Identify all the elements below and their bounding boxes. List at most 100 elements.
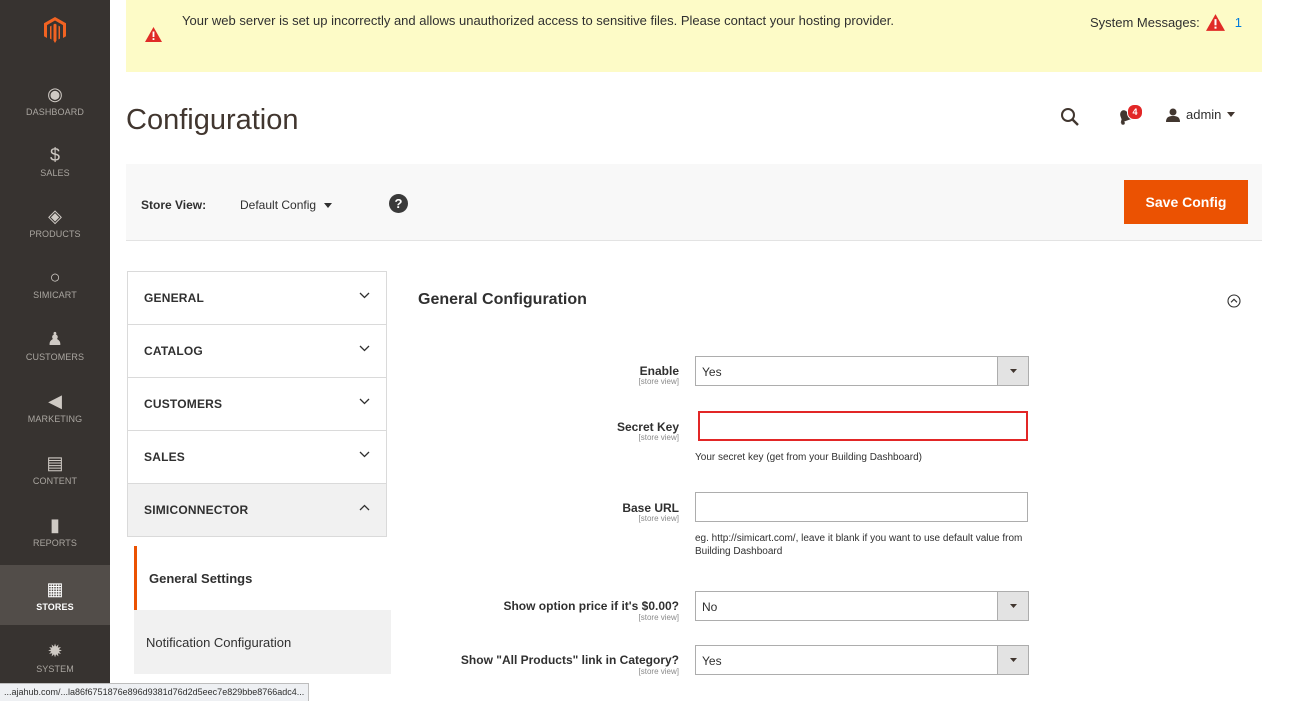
circle-icon: ○: [49, 267, 61, 287]
help-icon[interactable]: ?: [389, 194, 408, 213]
chevron-down-icon: [359, 345, 370, 352]
show-option-price-label: Show option price if it's $0.00?: [503, 599, 679, 613]
tab-catalog[interactable]: CATALOG: [127, 324, 387, 377]
base-url-label: Base URL: [622, 501, 679, 515]
show-all-products-value: Yes: [702, 654, 722, 668]
store-icon: ▦: [46, 579, 64, 599]
subitem-notification-configuration[interactable]: Notification Configuration: [134, 610, 391, 674]
save-config-button[interactable]: Save Config: [1124, 180, 1248, 224]
enable-scope: [store view]: [638, 377, 679, 386]
tab-label: SALES: [144, 450, 186, 464]
enable-label: Enable: [639, 364, 679, 378]
store-view-label: Store View:: [141, 198, 207, 212]
system-messages-count[interactable]: 1: [1235, 15, 1242, 30]
store-view-value: Default Config: [240, 198, 317, 212]
tab-label: GENERAL: [144, 291, 205, 305]
tab-general[interactable]: GENERAL: [127, 271, 387, 324]
warning-icon: [1205, 14, 1225, 31]
user-icon: [1166, 108, 1180, 122]
sidebar-item-simicart[interactable]: ○ SIMICART: [0, 253, 110, 313]
sidebar-item-system[interactable]: ✹ SYSTEM: [0, 627, 110, 687]
system-messages-label: System Messages:: [1089, 15, 1200, 30]
chevron-down-icon: [359, 398, 370, 405]
caret-down-icon: [324, 202, 333, 208]
sidebar-item-label: SIMICART: [33, 290, 77, 300]
sidebar-item-customers[interactable]: ♟ CUSTOMERS: [0, 315, 110, 375]
sidebar-item-content[interactable]: ▤ CONTENT: [0, 439, 110, 499]
sidebar-item-stores[interactable]: ▦ STORES: [0, 565, 110, 625]
notification-count-badge: 4: [1127, 104, 1143, 120]
admin-username: admin: [1186, 107, 1222, 122]
sidebar-item-label: DASHBOARD: [26, 107, 84, 117]
system-messages-link[interactable]: System Messages: 1: [1090, 14, 1242, 31]
sidebar-item-label: SYSTEM: [36, 664, 74, 674]
tab-label: CATALOG: [144, 344, 203, 358]
page-title: Configuration: [126, 104, 299, 136]
secret-key-label: Secret Key: [616, 420, 679, 434]
sidebar-item-reports[interactable]: ▮ REPORTS: [0, 501, 110, 561]
sidebar-item-dashboard[interactable]: ◉ DASHBOARD: [0, 70, 110, 130]
person-icon: ♟: [46, 329, 64, 349]
search-icon[interactable]: [1060, 107, 1080, 127]
chevron-down-icon: [359, 451, 370, 458]
dashboard-gauge-icon: ◉: [47, 84, 63, 104]
enable-value: Yes: [702, 365, 722, 379]
sidebar-item-label: STORES: [36, 602, 74, 612]
magento-logo[interactable]: [0, 0, 110, 60]
admin-user-menu[interactable]: admin: [1166, 107, 1236, 122]
tab-label: CUSTOMERS: [144, 397, 223, 411]
sidebar-item-label: CONTENT: [32, 476, 78, 486]
dropdown-arrow-icon: [997, 592, 1028, 620]
dollar-icon: $: [49, 145, 60, 165]
dropdown-arrow-icon: [997, 646, 1028, 674]
show-option-price-select[interactable]: No: [695, 591, 1029, 621]
content-page-icon: ▤: [46, 453, 64, 473]
tab-sales[interactable]: SALES: [127, 430, 387, 483]
bar-chart-icon: ▮: [50, 515, 60, 535]
secret-key-input[interactable]: [698, 411, 1028, 441]
collapse-section-icon[interactable]: [1227, 294, 1241, 308]
secret-key-note: Your secret key (get from your Building …: [695, 452, 922, 463]
gear-icon: ✹: [47, 641, 63, 661]
dropdown-arrow-icon: [997, 357, 1028, 385]
magento-logo-icon: [44, 17, 66, 43]
cube-icon: ◈: [48, 206, 62, 226]
sidebar-item-products[interactable]: ◈ PRODUCTS: [0, 192, 110, 252]
sidebar-item-label: REPORTS: [32, 538, 78, 548]
admin-sidebar: ◉ DASHBOARD $ SALES ◈ PRODUCTS ○ SIMICART ♟ CUSTO…: [0, 0, 110, 700]
sidebar-item-label: CUSTOMERS: [25, 352, 85, 362]
base-url-scope: [store view]: [638, 514, 679, 523]
system-message-text: Your web server is set up incorrectly an…: [182, 13, 894, 28]
section-title[interactable]: General Configuration: [418, 291, 587, 309]
show-all-products-label: Show "All Products" link in Category?: [460, 653, 679, 667]
base-url-note: eg. http://simicart.com/, leave it blank…: [695, 533, 1023, 557]
show-option-price-value: No: [702, 600, 718, 614]
subitem-label: Notification Configuration: [146, 635, 292, 650]
store-view-switcher[interactable]: Default Config: [240, 198, 333, 212]
subitem-label: General Settings: [149, 571, 253, 586]
show-all-products-select[interactable]: Yes: [695, 645, 1029, 675]
system-message-bar: Your web server is set up incorrectly an…: [126, 0, 1262, 72]
config-tabs: GENERAL CATALOG CUSTOMERS SALES SIMICONN…: [127, 271, 391, 674]
chevron-down-icon: [359, 292, 370, 299]
sidebar-item-label: PRODUCTS: [29, 229, 81, 239]
megaphone-icon: ◀: [48, 391, 62, 411]
store-view-bar: Store View: Default Config ? Save Config: [126, 164, 1262, 241]
chevron-up-icon: [359, 504, 370, 511]
caret-down-icon: [1227, 112, 1236, 117]
tab-simiconnector[interactable]: SIMICONNECTOR: [127, 483, 387, 537]
sidebar-item-sales[interactable]: $ SALES: [0, 131, 110, 191]
sidebar-item-label: MARKETING: [27, 414, 83, 424]
show-option-price-scope: [store view]: [638, 613, 679, 622]
warning-icon: [145, 27, 162, 42]
sidebar-item-marketing[interactable]: ◀ MARKETING: [0, 377, 110, 437]
tab-label: SIMICONNECTOR: [144, 503, 249, 517]
base-url-input[interactable]: [695, 492, 1028, 522]
status-bar-url: ...ajahub.com/...la86f6751876e896d9381d7…: [0, 683, 310, 701]
tab-customers[interactable]: CUSTOMERS: [127, 377, 387, 430]
subitem-general-settings[interactable]: General Settings: [134, 546, 391, 610]
sidebar-item-label: SALES: [40, 168, 70, 178]
secret-key-scope: [store view]: [638, 433, 679, 442]
enable-select[interactable]: Yes: [695, 356, 1029, 386]
show-all-products-scope: [store view]: [638, 667, 679, 676]
